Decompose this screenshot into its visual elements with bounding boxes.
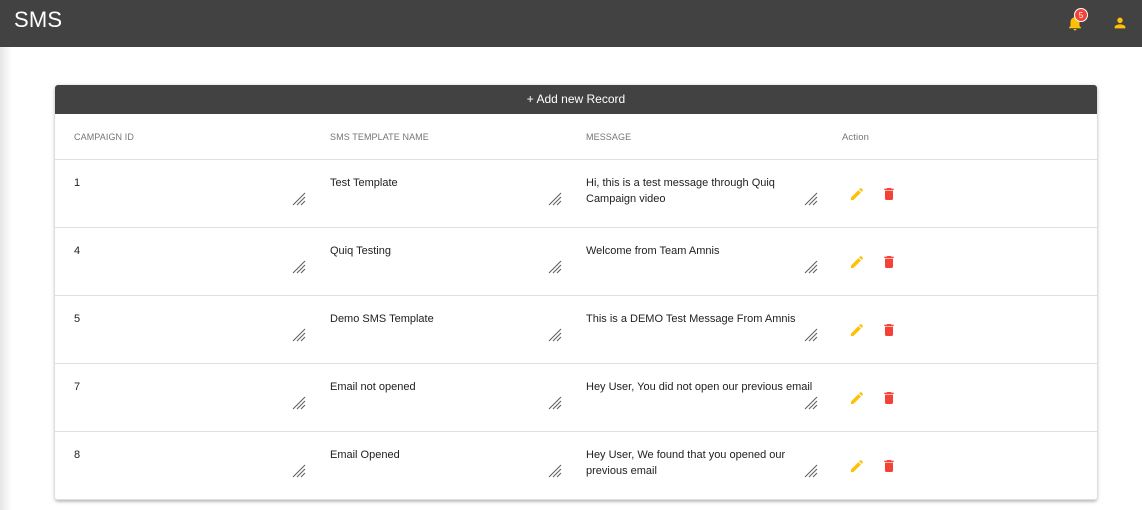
- header-template-name: SMS TEMPLATE NAME: [330, 132, 429, 142]
- campaign-id-field[interactable]: 4: [74, 228, 306, 296]
- message-field[interactable]: This is a DEMO Test Message From Amnis: [586, 296, 818, 364]
- template-name-field[interactable]: Test Template: [330, 160, 562, 228]
- top-app-bar: SMS 5: [0, 0, 1142, 47]
- side-shadow: [0, 47, 12, 510]
- header-action: Action: [842, 132, 870, 143]
- trash-icon[interactable]: [881, 321, 897, 339]
- message-value: Welcome from Team Amnis: [586, 245, 720, 257]
- records-card: + Add new Record CAMPAIGN ID SMS TEMPLAT…: [55, 85, 1097, 500]
- message-field[interactable]: Welcome from Team Amnis: [586, 228, 818, 296]
- resize-handle-icon[interactable]: [804, 396, 818, 410]
- campaign-id-value: 1: [74, 177, 81, 189]
- table-row: 8 Email Opened Hey User, We found that y…: [55, 432, 1097, 500]
- header-message: MESSAGE: [586, 132, 632, 142]
- template-name-value: Email not opened: [330, 381, 416, 393]
- pencil-icon[interactable]: [849, 254, 865, 270]
- pencil-icon[interactable]: [849, 458, 865, 474]
- trash-icon[interactable]: [881, 253, 897, 271]
- table-header: CAMPAIGN ID SMS TEMPLATE NAME MESSAGE Ac…: [55, 114, 1097, 160]
- resize-handle-icon[interactable]: [292, 396, 306, 410]
- template-name-field[interactable]: Demo SMS Template: [330, 296, 562, 364]
- table-row: 7 Email not opened Hey User, You did not…: [55, 364, 1097, 432]
- table-row: 1 Test Template Hi, this is a test messa…: [55, 160, 1097, 228]
- campaign-id-field[interactable]: 7: [74, 364, 306, 432]
- template-name-field[interactable]: Email Opened: [330, 432, 562, 500]
- resize-handle-icon[interactable]: [292, 192, 306, 206]
- resize-handle-icon[interactable]: [804, 328, 818, 342]
- campaign-id-field[interactable]: 1: [74, 160, 306, 228]
- header-campaign-id: CAMPAIGN ID: [74, 132, 134, 142]
- message-field[interactable]: Hey User, You did not open our previous …: [586, 364, 818, 432]
- message-value: This is a DEMO Test Message From Amnis: [586, 313, 796, 325]
- resize-handle-icon[interactable]: [548, 260, 562, 274]
- trash-icon[interactable]: [881, 457, 897, 475]
- template-name-field[interactable]: Quiq Testing: [330, 228, 562, 296]
- add-new-record-button[interactable]: + Add new Record: [55, 85, 1097, 114]
- table-row: 5 Demo SMS Template This is a DEMO Test …: [55, 296, 1097, 364]
- campaign-id-field[interactable]: 8: [74, 432, 306, 500]
- resize-handle-icon[interactable]: [804, 464, 818, 478]
- resize-handle-icon[interactable]: [292, 464, 306, 478]
- pencil-icon[interactable]: [849, 390, 865, 406]
- message-value: Hi, this is a test message through Quiq …: [586, 177, 775, 205]
- trash-icon[interactable]: [881, 389, 897, 407]
- resize-handle-icon[interactable]: [548, 464, 562, 478]
- resize-handle-icon[interactable]: [548, 192, 562, 206]
- template-name-value: Quiq Testing: [330, 245, 391, 257]
- template-name-field[interactable]: Email not opened: [330, 364, 562, 432]
- resize-handle-icon[interactable]: [548, 396, 562, 410]
- resize-handle-icon[interactable]: [804, 192, 818, 206]
- resize-handle-icon[interactable]: [804, 260, 818, 274]
- user-icon[interactable]: [1112, 15, 1128, 31]
- pencil-icon[interactable]: [849, 186, 865, 202]
- campaign-id-value: 7: [74, 381, 81, 393]
- campaign-id-value: 4: [74, 245, 81, 257]
- campaign-id-value: 5: [74, 313, 81, 325]
- app-title: SMS: [14, 7, 63, 32]
- campaign-id-value: 8: [74, 449, 81, 461]
- template-name-value: Demo SMS Template: [330, 313, 434, 325]
- message-field[interactable]: Hi, this is a test message through Quiq …: [586, 160, 818, 228]
- resize-handle-icon[interactable]: [548, 328, 562, 342]
- message-value: Hey User, We found that you opened our p…: [586, 449, 786, 477]
- resize-handle-icon[interactable]: [292, 260, 306, 274]
- message-field[interactable]: Hey User, We found that you opened our p…: [586, 432, 818, 500]
- trash-icon[interactable]: [881, 185, 897, 203]
- notification-badge: 5: [1074, 8, 1088, 22]
- table-row: 4 Quiq Testing Welcome from Team Amnis: [55, 228, 1097, 296]
- template-name-value: Test Template: [330, 177, 398, 189]
- template-name-value: Email Opened: [330, 449, 400, 461]
- resize-handle-icon[interactable]: [292, 328, 306, 342]
- campaign-id-field[interactable]: 5: [74, 296, 306, 364]
- message-value: Hey User, You did not open our previous …: [586, 381, 813, 393]
- pencil-icon[interactable]: [849, 322, 865, 338]
